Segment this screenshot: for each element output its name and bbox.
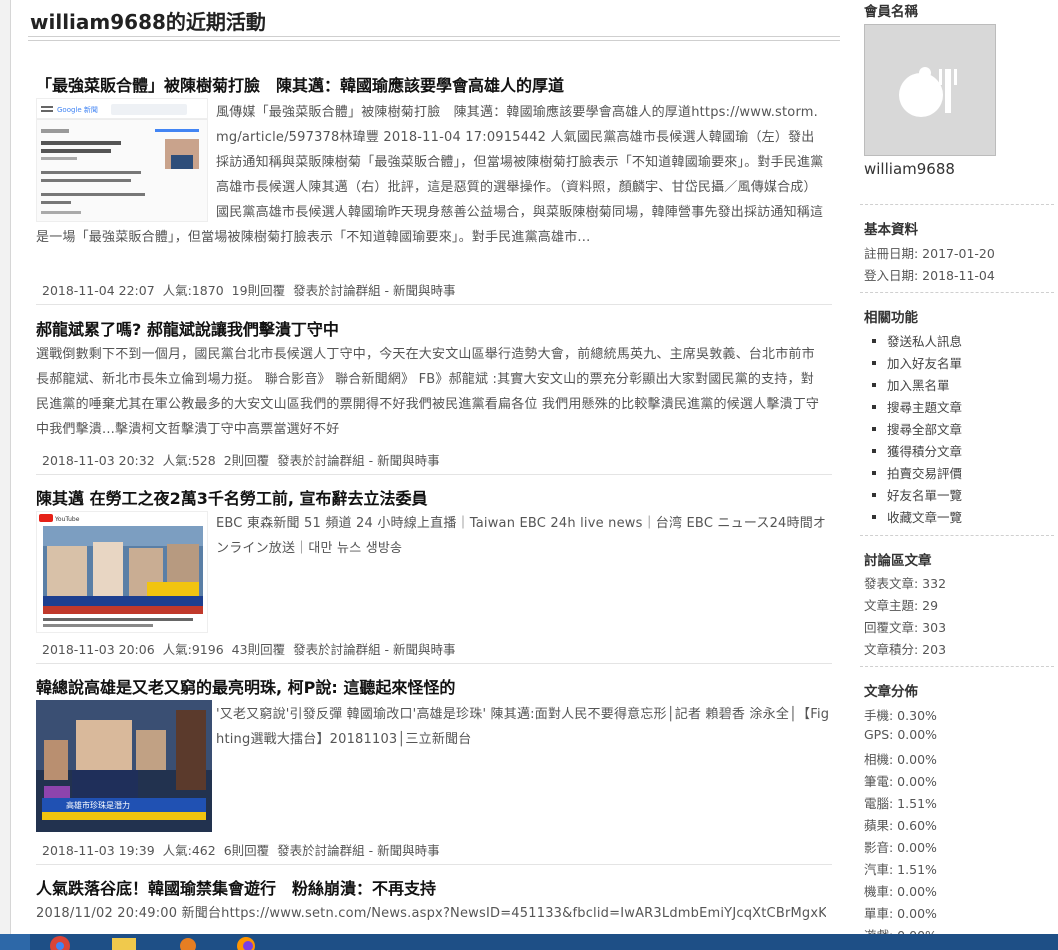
news-broadcast-image: 高雄市珍珠是潛力 xyxy=(36,700,212,832)
forum-stat: 發表文章: 332 xyxy=(864,576,947,591)
basic-info-heading: 基本資料 xyxy=(864,222,918,238)
post-excerpt: 風傳媒「最強菜販合體」被陳樹菊打臉 陳其邁：韓國瑜應該要學會高雄人的厚道http… xyxy=(36,100,826,275)
member-sidebar: 會員名稱 william9688 基本資料 註冊日期: 2017-01-20 登… xyxy=(860,0,1058,934)
distribution-stat: 手機: 0.30% xyxy=(864,708,937,723)
distribution-stat: GPS: 0.00% xyxy=(864,727,938,742)
forum-stat: 回覆文章: 303 xyxy=(864,620,947,635)
post-title-link[interactable]: 韓總說高雄是又老又窮的最亮明珠, 柯P說: 這聽起來怪怪的 xyxy=(36,674,455,698)
post-divider xyxy=(36,304,832,305)
post-excerpt: 2018/11/02 20:49:00 新聞台https://www.setn.… xyxy=(36,906,826,921)
post-group-link[interactable]: 發表於討論群組 - 新聞與時事 xyxy=(277,453,439,468)
post-meta: 2018-11-03 20:32 人氣:528 2則回覆 發表於討論群組 - 新聞與時… xyxy=(42,450,448,469)
distribution-stat: 電腦: 1.51% xyxy=(864,796,937,811)
sidebar-divider xyxy=(860,535,1054,536)
app-icon[interactable] xyxy=(168,934,208,950)
post-title-link[interactable]: 人氣跌落谷底！韓國瑜禁集會遊行 粉絲崩潰：不再支持 xyxy=(36,875,436,899)
send-message-link[interactable]: 發送私人訊息 xyxy=(872,331,962,350)
chrome-icon[interactable] xyxy=(40,934,80,950)
post-excerpt: 選戰倒數剩下不到一個月，國民黨台北市長候選人丁守中，今天在大安文山區舉行造勢大會… xyxy=(36,347,820,437)
add-blacklist-link[interactable]: 加入黑名單 xyxy=(872,375,950,394)
post-replies-link[interactable]: 19則回覆 xyxy=(232,283,285,298)
post-title-link[interactable]: 「最強菜販合體」被陳樹菊打臉 陳其邁：韓國瑜應該要學會高雄人的厚道 xyxy=(36,72,564,96)
post-item: 韓總說高雄是又老又窮的最亮明珠, 柯P說: 這聽起來怪怪的 高雄市珍珠是潛力 '… xyxy=(36,674,832,865)
distribution-stat: 相機: 0.00% xyxy=(864,752,937,767)
post-divider xyxy=(36,663,832,664)
thumbnail-spacer xyxy=(36,100,216,223)
post-views: 人氣:462 xyxy=(162,843,216,858)
page-title: william9688的近期活動 xyxy=(30,10,266,34)
post-divider xyxy=(36,864,832,865)
post-distribution-heading: 文章分佈 xyxy=(864,684,918,700)
post-meta: 2018-11-04 22:07 人氣:1870 19則回覆 發表於討論群組 - 新聞… xyxy=(42,280,464,299)
auction-ratings-link[interactable]: 拍賣交易評價 xyxy=(872,463,962,482)
post-item: 郝龍斌累了嗎? 郝龍斌說讓我們擊潰丁守中 選戰倒數剩下不到一個月，國民黨台北市長… xyxy=(36,316,832,475)
register-date: 註冊日期: 2017-01-20 xyxy=(864,246,995,261)
post-date: 2018-11-04 22:07 xyxy=(42,283,155,298)
distribution-stat: 蘋果: 0.60% xyxy=(864,818,937,833)
title-divider xyxy=(28,36,840,41)
post-item: 人氣跌落谷底！韓國瑜禁集會遊行 粉絲崩潰：不再支持 2018/11/02 20:… xyxy=(36,875,832,934)
distribution-stat: 筆電: 0.00% xyxy=(864,774,937,789)
post-thumbnail[interactable]: 高雄市珍珠是潛力 xyxy=(36,700,212,832)
distribution-stat: 機車: 0.00% xyxy=(864,884,937,899)
post-meta: 2018-11-03 20:06 人氣:9196 43則回覆 發表於討論群組 - 新聞… xyxy=(42,639,464,658)
post-views: 人氣:1870 xyxy=(162,283,224,298)
post-views: 人氣:9196 xyxy=(162,642,224,657)
distribution-stat: 影音: 0.00% xyxy=(864,840,937,855)
scored-posts-link[interactable]: 獲得積分文章 xyxy=(872,441,962,460)
post-date: 2018-11-03 20:32 xyxy=(42,453,155,468)
post-views: 人氣:528 xyxy=(162,453,216,468)
firefox-icon[interactable] xyxy=(226,934,266,950)
distribution-stat: 汽車: 1.51% xyxy=(864,862,937,877)
post-group-link[interactable]: 發表於討論群組 - 新聞與時事 xyxy=(293,642,455,657)
post-item: 「最強菜販合體」被陳樹菊打臉 陳其邁：韓國瑜應該要學會高雄人的厚道 Google… xyxy=(36,72,832,305)
start-button[interactable] xyxy=(0,934,30,950)
window-left-border xyxy=(0,0,11,934)
sidebar-divider xyxy=(860,666,1054,667)
main-content: william9688的近期活動 「最強菜販合體」被陳樹菊打臉 陳其邁：韓國瑜應… xyxy=(28,0,844,934)
post-replies-link[interactable]: 6則回覆 xyxy=(224,843,269,858)
username: william9688 xyxy=(864,160,955,178)
windows-taskbar xyxy=(0,934,1058,950)
post-group-link[interactable]: 發表於討論群組 - 新聞與時事 xyxy=(293,283,455,298)
sidebar-divider xyxy=(860,292,1054,293)
search-all-posts-link[interactable]: 搜尋全部文章 xyxy=(872,419,962,438)
member-name-heading: 會員名稱 xyxy=(864,4,918,20)
post-date: 2018-11-03 20:06 xyxy=(42,642,155,657)
svg-text:高雄市珍珠是潛力: 高雄市珍珠是潛力 xyxy=(66,800,130,810)
default-avatar-icon xyxy=(865,25,995,155)
post-replies-link[interactable]: 43則回覆 xyxy=(232,642,285,657)
post-title-link[interactable]: 郝龍斌累了嗎? 郝龍斌說讓我們擊潰丁守中 xyxy=(36,316,339,340)
search-topics-link[interactable]: 搜尋主題文章 xyxy=(872,397,962,416)
avatar xyxy=(864,24,996,156)
distribution-stat: 單車: 0.00% xyxy=(864,906,937,921)
post-meta: 2018-11-03 19:39 人氣:462 6則回覆 發表於討論群組 - 新聞與時… xyxy=(42,840,448,859)
related-functions-heading: 相關功能 xyxy=(864,310,918,326)
forum-posts-heading: 討論區文章 xyxy=(864,553,932,569)
friend-list-link[interactable]: 好友名單一覽 xyxy=(872,485,962,504)
file-explorer-icon[interactable] xyxy=(104,934,144,950)
post-item: 陳其邁 在勞工之夜2萬3千名勞工前, 宣布辭去立法委員 YouTube EBC … xyxy=(36,485,832,664)
post-thumbnail[interactable]: YouTube xyxy=(36,511,208,633)
login-date: 登入日期: 2018-11-04 xyxy=(864,268,995,283)
post-divider xyxy=(36,474,832,475)
add-friend-link[interactable]: 加入好友名單 xyxy=(872,353,962,372)
post-title-link[interactable]: 陳其邁 在勞工之夜2萬3千名勞工前, 宣布辭去立法委員 xyxy=(36,485,428,509)
forum-stat: 文章積分: 203 xyxy=(864,642,947,657)
post-replies-link[interactable]: 2則回覆 xyxy=(224,453,269,468)
post-date: 2018-11-03 19:39 xyxy=(42,843,155,858)
svg-text:YouTube: YouTube xyxy=(54,516,80,523)
sidebar-divider xyxy=(860,204,1054,205)
post-group-link[interactable]: 發表於討論群組 - 新聞與時事 xyxy=(277,843,439,858)
youtube-video-screenshot-image: YouTube xyxy=(39,514,203,627)
distribution-stat: 遊戲: 0.00% xyxy=(864,925,937,934)
forum-stat: 文章主題: 29 xyxy=(864,598,939,613)
favorites-list-link[interactable]: 收藏文章一覽 xyxy=(872,507,962,526)
post-excerpt: '又老又窮說'引發反彈 韓國瑜改口'高雄是珍珠' 陳其邁:面對人民不要得意忘形│… xyxy=(216,707,830,747)
post-excerpt: EBC 東森新聞 51 頻道 24 小時線上直播｜Taiwan EBC 24h … xyxy=(216,516,827,556)
